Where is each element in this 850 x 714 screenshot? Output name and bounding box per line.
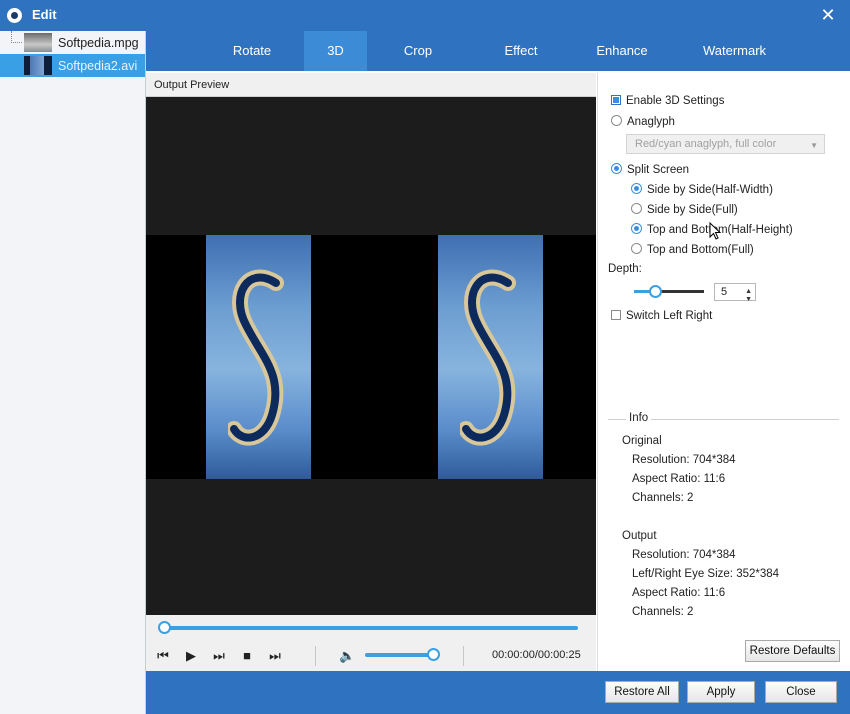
depth-slider-rest[interactable]: [660, 290, 704, 293]
output-heading: Output: [622, 530, 657, 542]
volume-handle[interactable]: [427, 648, 440, 661]
radio-icon[interactable]: [611, 163, 622, 174]
tab-effect[interactable]: Effect: [469, 31, 573, 71]
side-by-side-full-radio[interactable]: Side by Side(Full): [631, 203, 738, 216]
edit-tab-bar: Rotate 3D Crop Effect Enhance Watermark: [146, 31, 850, 71]
volume-icon[interactable]: 🔈: [339, 648, 355, 664]
mouse-cursor-icon: [709, 222, 721, 240]
original-heading: Original: [622, 435, 662, 447]
depth-spinbox[interactable]: 5 ▲ ▼: [714, 283, 756, 303]
window-title: Edit: [32, 7, 57, 22]
switch-left-right-checkbox[interactable]: Switch Left Right: [611, 310, 712, 322]
title-bar: Edit ✕: [0, 0, 850, 31]
close-button[interactable]: Close: [765, 681, 837, 703]
enable-3d-checkbox[interactable]: Enable 3D Settings: [611, 95, 724, 107]
timecode: 00:00:00/00:00:25: [492, 649, 581, 661]
checkbox-icon[interactable]: [611, 95, 621, 105]
file-list: Softpedia.mpg Softpedia2.avi: [0, 31, 146, 714]
file-name: Softpedia.mpg: [58, 36, 139, 50]
original-channels: Channels: 2: [632, 492, 694, 504]
s-logo-graphic: [228, 269, 284, 446]
split-option-label: Side by Side(Full): [647, 204, 738, 216]
tab-3d[interactable]: 3D: [304, 31, 367, 71]
tab-enhance[interactable]: Enhance: [573, 31, 671, 71]
seek-bar[interactable]: [146, 615, 596, 641]
info-legend: Info: [626, 412, 652, 424]
radio-icon[interactable]: [631, 183, 642, 194]
controls-divider: [315, 646, 316, 666]
tab-crop[interactable]: Crop: [367, 31, 469, 71]
spin-down-icon[interactable]: ▼: [745, 292, 752, 308]
switch-left-right-label: Switch Left Right: [626, 310, 713, 322]
video-frame: [146, 235, 596, 479]
checkbox-icon[interactable]: [611, 310, 621, 320]
top-bottom-full-radio[interactable]: Top and Bottom(Full): [631, 243, 754, 256]
seek-track[interactable]: [164, 626, 578, 630]
radio-icon[interactable]: [631, 223, 642, 234]
anaglyph-radio[interactable]: Anaglyph: [611, 115, 675, 128]
s-logo-graphic: [460, 269, 516, 446]
split-screen-radio[interactable]: Split Screen: [611, 163, 689, 176]
volume-track[interactable]: [365, 653, 435, 657]
output-channels: Channels: 2: [632, 606, 694, 618]
chevron-down-icon: ▼: [810, 141, 818, 150]
enable-3d-label: Enable 3D Settings: [626, 95, 725, 107]
play-icon[interactable]: ▶: [183, 648, 199, 664]
depth-label: Depth:: [608, 263, 642, 275]
seek-handle[interactable]: [158, 621, 171, 634]
split-option-label: Top and Bottom(Full): [647, 244, 754, 256]
output-preview-header: Output Preview: [146, 73, 596, 97]
output-aspect-ratio: Aspect Ratio: 11:6: [632, 587, 726, 599]
original-aspect-ratio: Aspect Ratio: 11:6: [632, 473, 726, 485]
stop-icon[interactable]: ■: [239, 648, 255, 664]
playback-controls: ⏮ ▶ ⏭ ■ ⏭ 🔈 00:00:00/00:00:25: [146, 641, 596, 671]
anaglyph-mode-value: Red/cyan anaglyph, full color: [635, 138, 777, 150]
output-preview-label: Output Preview: [154, 79, 230, 91]
fast-forward-icon[interactable]: ⏭: [211, 648, 227, 664]
depth-slider-handle[interactable]: [649, 285, 662, 298]
restore-all-button[interactable]: Restore All: [605, 681, 679, 703]
skip-back-icon[interactable]: ⏮: [155, 648, 171, 664]
info-group: Info: [608, 412, 839, 424]
original-resolution: Resolution: 704*384: [632, 454, 736, 466]
close-icon[interactable]: ✕: [816, 3, 840, 27]
output-resolution: Resolution: 704*384: [632, 549, 736, 561]
right-eye-view: [438, 235, 543, 479]
left-eye-view: [206, 235, 311, 479]
anaglyph-label: Anaglyph: [627, 116, 675, 128]
tab-rotate[interactable]: Rotate: [200, 31, 304, 71]
tree-connector: [11, 31, 22, 43]
controls-divider: [463, 646, 464, 666]
radio-icon[interactable]: [631, 243, 642, 254]
apply-button[interactable]: Apply: [687, 681, 755, 703]
radio-icon[interactable]: [631, 203, 642, 214]
file-name: Softpedia2.avi: [58, 59, 138, 73]
radio-icon[interactable]: [611, 115, 622, 126]
depth-value: 5: [721, 286, 728, 298]
anaglyph-mode-select[interactable]: Red/cyan anaglyph, full color ▼: [626, 134, 825, 154]
restore-defaults-button[interactable]: Restore Defaults: [745, 640, 840, 662]
app-reel-icon: [7, 8, 22, 23]
split-screen-label: Split Screen: [627, 164, 690, 176]
video-thumbnail-icon: [24, 56, 52, 75]
3d-settings-panel: Enable 3D Settings Anaglyph Red/cyan ana…: [597, 73, 850, 671]
file-item-softpedia2-avi[interactable]: Softpedia2.avi: [0, 54, 145, 77]
split-option-label: Side by Side(Half-Width): [647, 184, 773, 196]
skip-end-icon[interactable]: ⏭: [267, 648, 283, 664]
output-eye-size: Left/Right Eye Size: 352*384: [632, 568, 780, 580]
output-preview-area: [146, 97, 596, 615]
dialog-footer: Restore All Apply Close: [146, 671, 850, 714]
file-item-softpedia-mpg[interactable]: Softpedia.mpg: [0, 31, 145, 54]
tab-watermark[interactable]: Watermark: [671, 31, 798, 71]
video-thumbnail-icon: [24, 33, 52, 52]
side-by-side-half-radio[interactable]: Side by Side(Half-Width): [631, 183, 773, 196]
